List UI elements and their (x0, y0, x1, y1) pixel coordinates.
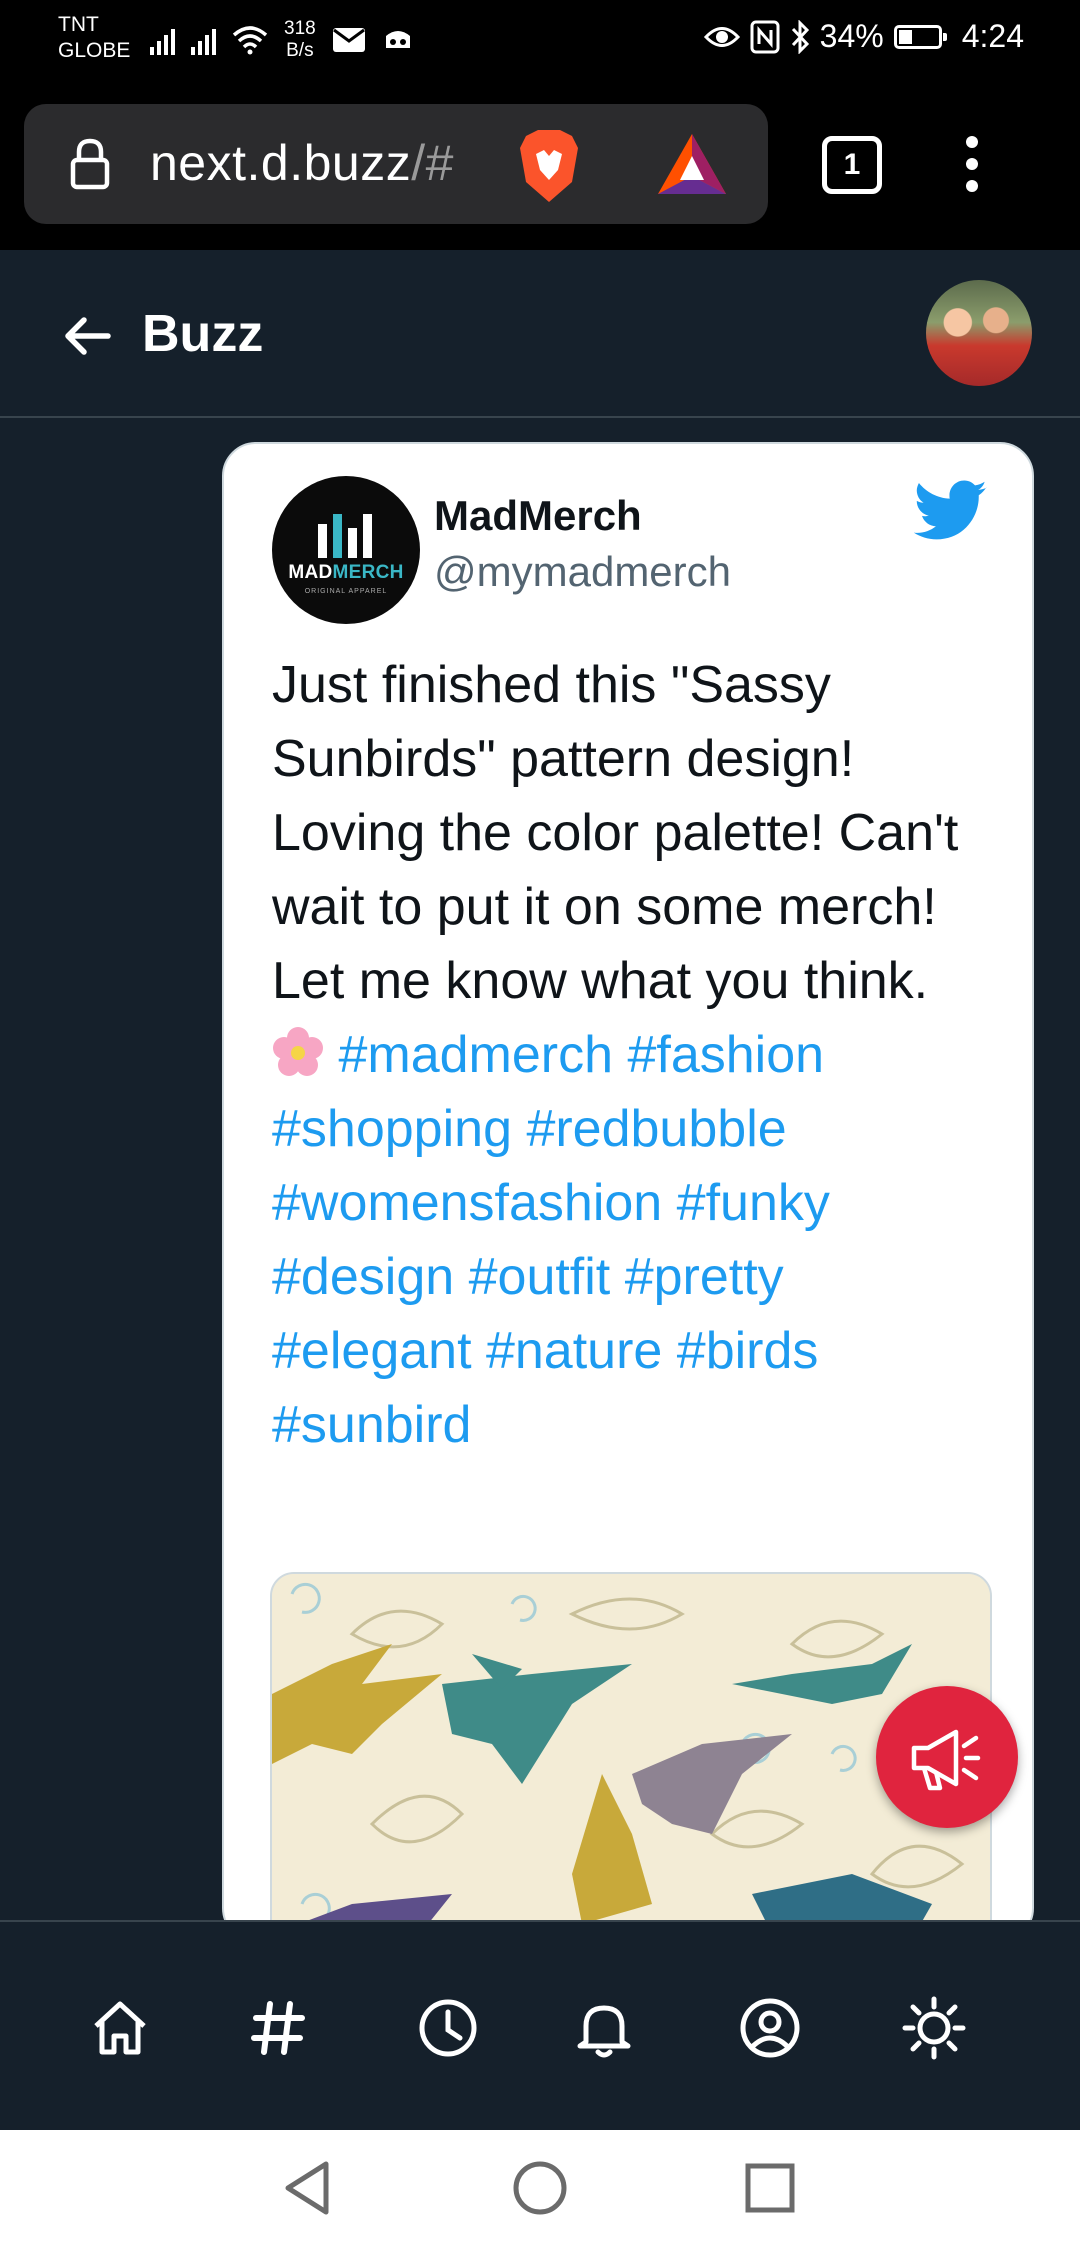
tweet-body: Just finished this "Sassy Sunbirds" patt… (272, 648, 992, 1462)
logo-subtitle: ORIGINAL APPAREL (304, 588, 388, 595)
back-arrow-icon[interactable] (62, 316, 112, 356)
url-path: /# (411, 135, 454, 191)
brave-lion-icon[interactable] (514, 126, 584, 206)
nav-theme-toggle[interactable] (894, 1988, 974, 2068)
bat-triangle-icon[interactable] (656, 132, 728, 196)
eye-icon (703, 26, 740, 47)
battery-percent: 34% (819, 18, 884, 54)
logo-text-merch: MERCH (332, 562, 404, 583)
carrier-label: TNT GLOBE (58, 12, 130, 64)
profile-avatar[interactable] (926, 280, 1032, 386)
home-icon (94, 2001, 146, 2055)
home-circle-icon[interactable] (510, 2158, 570, 2218)
address-bar[interactable]: next.d.buzz/# (24, 104, 768, 224)
nav-notifications[interactable] (564, 1988, 644, 2068)
hashtag-link[interactable]: #madmerch (338, 1026, 613, 1084)
nfc-icon (750, 20, 780, 53)
bell-icon (577, 2005, 631, 2058)
app-header: Buzz (0, 250, 1080, 418)
carrier-line-1: TNT (58, 13, 99, 36)
speed-unit: B/s (286, 40, 314, 61)
url-host: next.d.buzz (150, 135, 412, 191)
author-avatar[interactable]: MADMERCH ORIGINAL APPAREL (272, 476, 420, 624)
signal-icon (191, 25, 216, 55)
battery-icon (893, 24, 947, 49)
tab-switcher-button[interactable]: 1 (822, 136, 882, 194)
back-triangle-icon[interactable] (280, 2158, 336, 2218)
clock-time: 4:24 (961, 18, 1024, 54)
theme-icon (902, 1996, 966, 2060)
carrier-line-2: GLOBE (58, 39, 131, 62)
browser-toolbar: next.d.buzz/# 1 (0, 80, 1080, 250)
hashtag-icon (251, 2001, 305, 2055)
hashtag-links[interactable]: #fashion #shopping #redbubble #womensfas… (272, 1026, 830, 1454)
tweet-text: Just finished this "Sassy Sunbirds" patt… (272, 656, 959, 1010)
author-display-name[interactable]: MadMerch (434, 492, 642, 540)
signal-icon (150, 25, 175, 55)
compose-buzz-button[interactable] (876, 1686, 1018, 1828)
bottom-navigation (0, 1920, 1080, 2130)
logo-text-mad: MAD (288, 562, 333, 583)
system-navigation-bar (0, 2130, 1080, 2244)
nav-profile[interactable] (730, 1988, 810, 2068)
profile-icon (740, 1998, 800, 2058)
lock-icon[interactable] (70, 138, 110, 190)
app-icon (385, 31, 410, 48)
recents-square-icon[interactable] (742, 2158, 798, 2218)
more-menu-icon[interactable] (962, 136, 982, 202)
nav-home[interactable] (80, 1988, 160, 2068)
speed-value: 318 (284, 18, 316, 39)
bluetooth-icon (791, 19, 809, 54)
mail-icon (332, 28, 365, 52)
nav-latest[interactable] (408, 1988, 488, 2068)
clock-icon (419, 1999, 477, 2057)
url-text[interactable]: next.d.buzz/# (150, 134, 454, 192)
status-bar: TNT GLOBE 318 B/s 34% 4:24 (0, 0, 1080, 80)
cherry-blossom-emoji (273, 1027, 323, 1076)
megaphone-icon (911, 1729, 981, 1791)
wifi-icon (232, 26, 268, 55)
twitter-bird-icon[interactable] (914, 480, 988, 542)
logo-wordmark: MADMERCH (284, 562, 408, 584)
author-handle[interactable]: @mymadmerch (434, 548, 731, 596)
page-title: Buzz (142, 305, 264, 363)
nav-trending[interactable] (238, 1988, 318, 2068)
network-speed: 318 B/s (284, 18, 316, 62)
